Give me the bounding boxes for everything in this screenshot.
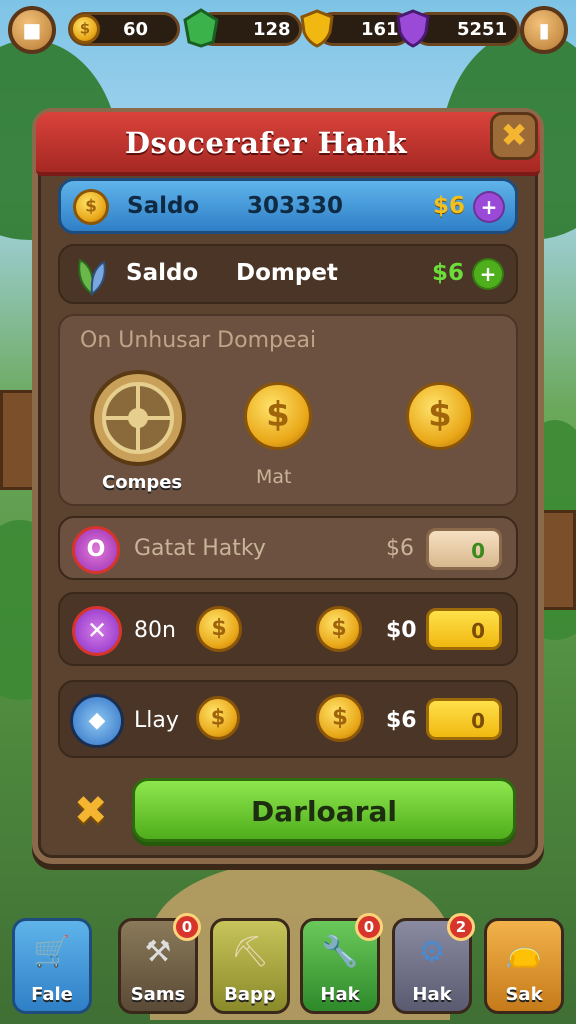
notification-badge: 0 xyxy=(355,913,383,941)
green-gem-icon xyxy=(183,8,219,48)
section-heading: On Unhusar Dompeai xyxy=(80,328,317,353)
building-icon: ■ xyxy=(22,18,42,42)
green-gem-value: 128 xyxy=(253,19,291,40)
purple-gem-value: 5251 xyxy=(457,19,508,40)
offer-button-value: 0 xyxy=(471,619,485,643)
close-button[interactable]: ✖ xyxy=(490,112,538,160)
offer-button-value: 0 xyxy=(471,709,485,733)
gold-coin-icon: $ xyxy=(406,382,474,450)
notification-badge: 2 xyxy=(447,913,475,941)
plus-icon[interactable]: + xyxy=(473,191,505,223)
wallet-name: Dompet xyxy=(236,260,338,286)
offer-label: 80n xyxy=(134,618,176,643)
nav-label: Sak xyxy=(505,984,543,1005)
wallet-price: $6 xyxy=(432,260,465,286)
balance-amount: 303330 xyxy=(247,193,344,219)
offer-buy-button[interactable]: 0 xyxy=(426,528,502,570)
nav-item-sak[interactable]: 👝 Sak xyxy=(484,918,564,1014)
nav-label: Sams xyxy=(130,984,186,1005)
axe-icon: ⚒ xyxy=(144,934,172,970)
notification-badge: 0 xyxy=(173,913,201,941)
confirm-button-label: Darloaral xyxy=(251,795,397,828)
building-button[interactable]: ■ xyxy=(8,6,56,54)
confirm-button[interactable]: Darloaral xyxy=(132,778,516,842)
offer-price: $6 xyxy=(386,708,417,733)
offer-price: $0 xyxy=(386,618,417,643)
dialog-title: Dsocerafer Hank xyxy=(124,126,408,160)
nav-item-fale[interactable]: 🛒 Fale xyxy=(12,918,92,1014)
dialog-banner: Dsocerafer Hank xyxy=(36,112,540,176)
wallet-section: On Unhusar Dompeai Compes $ Mat $ xyxy=(58,314,518,506)
compass-icon xyxy=(90,370,186,466)
blue-crystal-icon: ◆ xyxy=(70,694,124,748)
purple-crossed-icon: ✕ xyxy=(72,606,122,656)
offer-price: $6 xyxy=(386,536,414,561)
gear-icon: ⚙ xyxy=(418,934,446,970)
nav-label: Hak xyxy=(320,984,360,1005)
shop-button[interactable]: ▮ xyxy=(520,6,568,54)
shop-icon: ▮ xyxy=(538,18,550,42)
section-item-label: Mat xyxy=(256,466,292,488)
nav-item-hak-2[interactable]: ⚙ Hak 2 xyxy=(392,913,475,1014)
offer-row[interactable]: O Gatat Hatky $6 0 xyxy=(58,516,518,580)
gold-coin-icon: $ xyxy=(316,694,364,742)
wallet-row[interactable]: Saldo Dompet $6 + xyxy=(58,244,518,304)
coin-icon: $ xyxy=(73,189,109,225)
gold-coin-icon: $ xyxy=(196,606,242,652)
nav-item-hak[interactable]: 🔧 Hak 0 xyxy=(300,913,383,1014)
resource-bar: ■ 60 $ 128 1612 5251 ▮ xyxy=(0,0,576,60)
market-cart-icon: 🛒 xyxy=(33,934,71,970)
wrench-icon: 🔧 xyxy=(321,934,359,970)
purple-gem-icon xyxy=(396,9,430,48)
nav-item-sams[interactable]: ⚒ Sams 0 xyxy=(118,913,201,1014)
nav-label: Bapp xyxy=(224,984,276,1005)
nav-label: Fale xyxy=(31,984,73,1005)
section-item-coin[interactable]: $ xyxy=(406,382,486,462)
section-item-compass[interactable]: Compes xyxy=(86,366,196,496)
nav-label: Hak xyxy=(412,984,452,1005)
offer-button-value: 0 xyxy=(471,539,485,563)
offer-row[interactable]: ◆ Llay $ $ $6 0 xyxy=(58,680,518,758)
offer-label: Llay xyxy=(134,708,179,733)
plus-icon[interactable]: + xyxy=(472,258,504,290)
balance-label: Saldo xyxy=(127,193,200,219)
gold-coin-icon: $ xyxy=(196,696,240,740)
gold-shield-icon xyxy=(300,9,334,48)
offer-label: Gatat Hatky xyxy=(134,536,266,561)
shovel-icon: ⛏ xyxy=(230,934,270,970)
offer-buy-button[interactable]: 0 xyxy=(426,698,502,740)
purple-ring-icon: O xyxy=(72,526,120,574)
dismiss-button[interactable]: ✖ xyxy=(74,788,108,834)
offer-row[interactable]: ✕ 80n $ $ $0 0 xyxy=(58,592,518,666)
section-item-label: Compes xyxy=(102,472,183,493)
close-icon: ✖ xyxy=(500,116,528,155)
balance-row[interactable]: $ Saldo 303330 $6 + xyxy=(58,178,518,234)
gold-coin-icon: $ xyxy=(70,14,100,44)
nav-item-bapp[interactable]: ⛏ Bapp xyxy=(210,918,290,1014)
section-item-mat[interactable]: $ Mat xyxy=(244,382,324,492)
wallet-label: Saldo xyxy=(126,260,199,286)
leaf-icon xyxy=(78,258,106,296)
gold-coin-icon: $ xyxy=(244,382,312,450)
bag-icon: 👝 xyxy=(505,934,543,970)
offer-buy-button[interactable]: 0 xyxy=(426,608,502,650)
gold-value: 60 xyxy=(123,19,149,40)
gold-coin-icon: $ xyxy=(316,606,362,652)
balance-price: $6 xyxy=(433,193,466,219)
